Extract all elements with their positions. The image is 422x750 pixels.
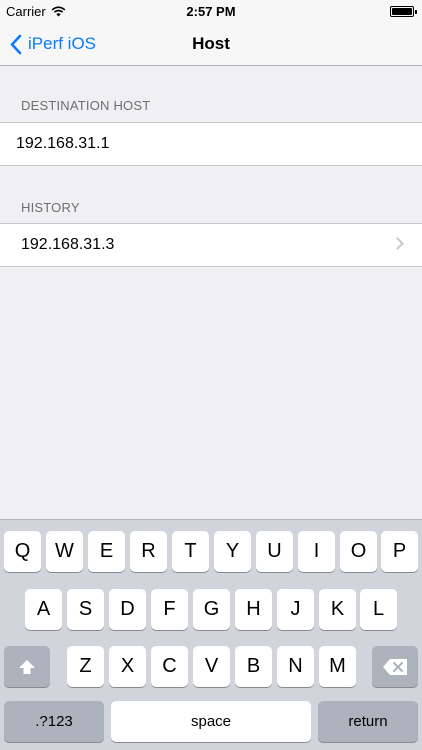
key-m[interactable]: M bbox=[319, 646, 356, 687]
history-row[interactable]: 192.168.31.3 bbox=[0, 223, 422, 267]
space-key[interactable]: space bbox=[111, 701, 311, 742]
key-x[interactable]: X bbox=[109, 646, 146, 687]
key-s[interactable]: S bbox=[67, 589, 104, 630]
key-l[interactable]: L bbox=[360, 589, 397, 630]
key-r[interactable]: R bbox=[130, 531, 167, 572]
destination-host-header: DESTINATION HOST bbox=[21, 98, 151, 113]
destination-host-cell bbox=[0, 122, 422, 166]
chevron-right-icon bbox=[391, 237, 404, 250]
key-p[interactable]: P bbox=[381, 531, 418, 572]
key-n[interactable]: N bbox=[277, 646, 314, 687]
key-q[interactable]: Q bbox=[4, 531, 41, 572]
status-bar: Carrier 2:57 PM bbox=[0, 0, 422, 22]
key-w[interactable]: W bbox=[46, 531, 83, 572]
key-u[interactable]: U bbox=[256, 531, 293, 572]
numbers-key[interactable]: .?123 bbox=[4, 701, 104, 742]
destination-host-input[interactable] bbox=[0, 123, 422, 165]
delete-key[interactable] bbox=[372, 646, 418, 687]
backspace-icon bbox=[383, 658, 407, 675]
shift-key[interactable] bbox=[4, 646, 50, 687]
key-o[interactable]: O bbox=[340, 531, 377, 572]
key-b[interactable]: B bbox=[235, 646, 272, 687]
history-item-label: 192.168.31.3 bbox=[21, 236, 115, 253]
key-a[interactable]: A bbox=[25, 589, 62, 630]
status-time: 2:57 PM bbox=[186, 4, 236, 19]
key-d[interactable]: D bbox=[109, 589, 146, 630]
key-v[interactable]: V bbox=[193, 646, 230, 687]
key-z[interactable]: Z bbox=[67, 646, 104, 687]
key-t[interactable]: T bbox=[172, 531, 209, 572]
keyboard: Q W E R T Y U I O P A S D F G H J K L Z … bbox=[0, 519, 422, 750]
return-key[interactable]: return bbox=[318, 701, 418, 742]
key-k[interactable]: K bbox=[319, 589, 356, 630]
key-g[interactable]: G bbox=[193, 589, 230, 630]
history-header: HISTORY bbox=[21, 200, 80, 215]
navigation-bar: iPerf iOS Host bbox=[0, 22, 422, 66]
key-i[interactable]: I bbox=[298, 531, 335, 572]
key-e[interactable]: E bbox=[88, 531, 125, 572]
key-h[interactable]: H bbox=[235, 589, 272, 630]
key-c[interactable]: C bbox=[151, 646, 188, 687]
key-j[interactable]: J bbox=[277, 589, 314, 630]
key-y[interactable]: Y bbox=[214, 531, 251, 572]
page-title: Host bbox=[192, 34, 230, 53]
battery-icon bbox=[390, 6, 417, 17]
shift-icon bbox=[19, 659, 35, 674]
key-f[interactable]: F bbox=[151, 589, 188, 630]
